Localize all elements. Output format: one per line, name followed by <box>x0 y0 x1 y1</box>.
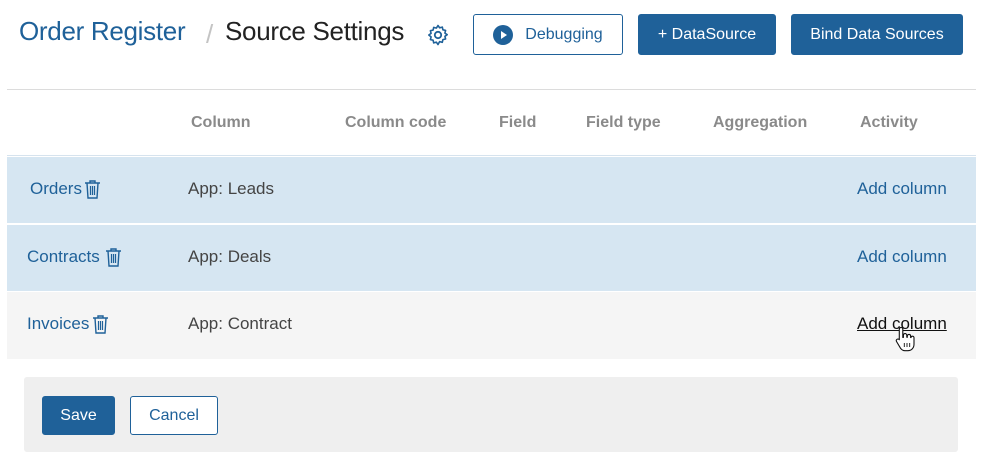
add-data-source-button[interactable]: + DataSource <box>638 14 776 55</box>
column-header-column: Column <box>191 114 251 131</box>
column-header-column-code: Column code <box>345 114 447 131</box>
play-icon <box>493 24 514 45</box>
add-column-link[interactable]: Add column <box>857 247 947 267</box>
trash-icon[interactable] <box>105 247 122 267</box>
source-app: App: Deals <box>188 247 272 266</box>
add-column-link[interactable]: Add column <box>857 179 947 199</box>
hand-cursor-icon <box>895 326 915 352</box>
page-header: Order Register / Source Settings Debuggi… <box>0 0 992 70</box>
column-header-field-type: Field type <box>586 114 661 131</box>
table-row: Contracts App: Deals Add column <box>7 225 976 292</box>
source-name-invoices[interactable]: Invoices <box>27 314 89 334</box>
breadcrumb-separator: / <box>206 19 214 49</box>
table-header: Column Column code Field Field type Aggr… <box>7 90 976 156</box>
source-app: App: Leads <box>188 179 275 198</box>
save-button[interactable]: Save <box>42 396 115 435</box>
trash-icon[interactable] <box>92 314 109 334</box>
debugging-button[interactable]: Debugging <box>473 14 623 55</box>
table-row: Invoices App: Contract Add column <box>7 292 976 359</box>
breadcrumb-order-register[interactable]: Order Register <box>19 16 186 47</box>
column-header-field: Field <box>499 114 537 131</box>
bind-data-sources-button[interactable]: Bind Data Sources <box>791 14 963 55</box>
page-title: Source Settings <box>225 16 405 46</box>
column-header-activity: Activity <box>860 114 918 131</box>
cancel-button[interactable]: Cancel <box>130 396 218 435</box>
table-row: Orders App: Leads Add column <box>7 157 976 224</box>
trash-icon[interactable] <box>84 179 101 199</box>
source-name-orders[interactable]: Orders <box>30 179 82 199</box>
column-header-aggregation: Aggregation <box>713 114 808 131</box>
gear-icon[interactable] <box>426 23 450 47</box>
source-app: App: Contract <box>188 314 292 333</box>
source-name-contracts[interactable]: Contracts <box>27 247 100 267</box>
form-footer: Save Cancel <box>24 377 958 452</box>
debugging-button-label: Debugging <box>525 25 603 43</box>
